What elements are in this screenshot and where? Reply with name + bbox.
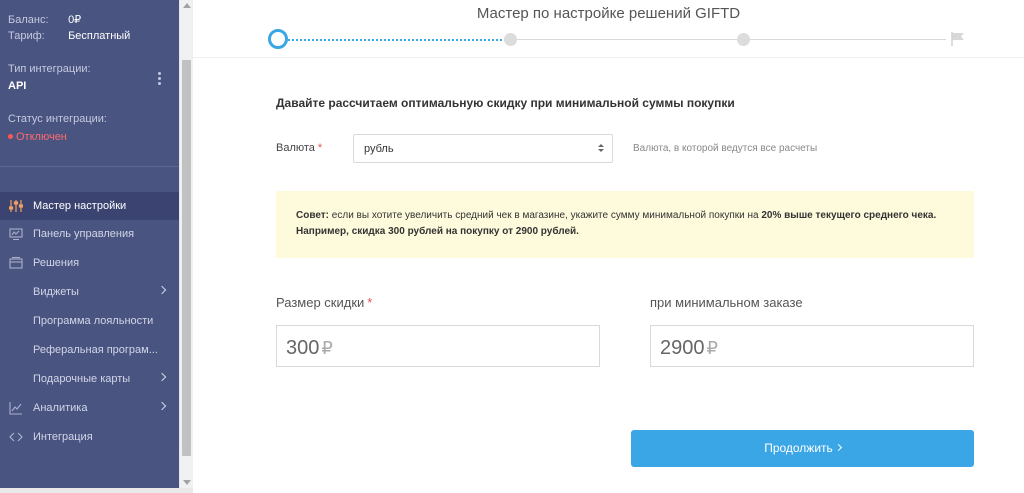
- discount-value: 300: [286, 337, 320, 359]
- sidebar-item-label: Интеграция: [33, 431, 93, 443]
- tip-bold-2: Например, скидка 300 рублей на покупку о…: [296, 226, 579, 237]
- required-mark: *: [317, 142, 323, 154]
- stepper-step-current[interactable]: [268, 29, 288, 49]
- tariff-label: Тариф:: [8, 30, 45, 42]
- chevron-right-icon: [157, 285, 167, 295]
- wizard-header: Мастер по настройке решений GIFTD: [193, 0, 1024, 58]
- bottom-strip: [0, 488, 193, 493]
- integration-status-label: Статус интеграции:: [8, 113, 107, 125]
- chevron-right-icon: [157, 372, 167, 382]
- min-order-input[interactable]: 2900 ₽: [650, 325, 974, 367]
- sidebar-item-label: Подарочные карты: [33, 373, 131, 385]
- currency-label: Валюта *: [276, 142, 322, 154]
- min-order-label: при минимальном заказе: [650, 295, 803, 310]
- balance-value: 0₽: [68, 14, 82, 26]
- sidebar-divider: [0, 166, 179, 167]
- main-content: [193, 58, 1024, 493]
- sidebar-item-solutions[interactable]: Решения: [0, 249, 179, 277]
- ruble-sign: ₽: [321, 338, 333, 358]
- sidebar-scrollbar[interactable]: [179, 0, 193, 488]
- sidebar: Баланс: 0₽ Тариф: Бесплатный Тип интегра…: [0, 0, 179, 488]
- status-dot-icon: [8, 133, 13, 139]
- sidebar-item-loyalty[interactable]: Программа лояльности: [0, 307, 179, 335]
- sidebar-item-dashboard[interactable]: Панель управления: [0, 220, 179, 248]
- stepper-progress-line: [288, 39, 510, 41]
- tip-box: Совет: если вы хотите увеличить средний …: [276, 191, 974, 258]
- analytics-icon: [9, 401, 23, 415]
- tip-prefix: Совет:: [296, 210, 330, 221]
- integration-type-label: Тип интеграции:: [8, 63, 91, 75]
- currency-label-text: Валюта: [276, 142, 315, 154]
- integration-type-value: API: [8, 80, 27, 92]
- select-arrows-icon: [598, 144, 604, 152]
- sidebar-item-label: Программа лояльности: [33, 315, 154, 327]
- sidebar-item-label: Мастер настройки: [33, 200, 127, 212]
- sidebar-item-setup-wizard[interactable]: Мастер настройки: [0, 192, 179, 220]
- continue-button[interactable]: Продолжить: [631, 430, 974, 467]
- tip-text: если вы хотите увеличить средний чек в м…: [329, 210, 762, 221]
- discount-label: Размер скидки *: [276, 295, 372, 310]
- tariff-row: Тариф: Бесплатный: [8, 30, 130, 42]
- currency-select[interactable]: рубль: [353, 134, 613, 163]
- sidebar-item-label: Виджеты: [33, 286, 79, 298]
- sidebar-item-label: Панель управления: [33, 228, 135, 240]
- scrollbar-thumb[interactable]: [182, 60, 191, 456]
- tariff-value: Бесплатный: [68, 30, 131, 42]
- scroll-up-icon[interactable]: [183, 3, 191, 8]
- page-title: Мастер по настройке решений GIFTD: [476, 5, 741, 22]
- section-heading: Давайте рассчитаем оптимальную скидку пр…: [276, 96, 735, 110]
- integration-status: Отключен: [8, 131, 67, 143]
- code-icon: [9, 430, 23, 444]
- balance-row: Баланс: 0₽: [8, 13, 81, 26]
- sliders-icon: [9, 199, 23, 213]
- dashboard-icon: [9, 227, 23, 241]
- flag-icon: [950, 31, 966, 47]
- kebab-menu-icon[interactable]: [158, 72, 162, 86]
- sidebar-item-integration[interactable]: Интеграция: [0, 423, 179, 451]
- sidebar-item-label: Реферальная програм...: [33, 344, 158, 356]
- min-order-value: 2900: [660, 337, 705, 359]
- sidebar-item-label: Аналитика: [33, 402, 88, 414]
- scroll-down-icon[interactable]: [183, 480, 191, 485]
- tip-bold-1: 20% выше текущего среднего чека.: [761, 210, 937, 221]
- sidebar-item-analytics[interactable]: Аналитика: [0, 394, 179, 422]
- sidebar-item-referral[interactable]: Реферальная програм...: [0, 336, 179, 364]
- sidebar-item-label: Решения: [33, 257, 80, 269]
- stepper-line: [516, 39, 946, 40]
- continue-button-label: Продолжить: [764, 441, 833, 455]
- solutions-icon: [9, 256, 23, 270]
- ruble-sign: ₽: [706, 338, 718, 358]
- chevron-right-icon: [834, 444, 842, 452]
- chevron-right-icon: [157, 401, 167, 411]
- integration-status-value: Отключен: [16, 131, 67, 143]
- currency-select-value: рубль: [364, 143, 394, 155]
- sidebar-item-widgets[interactable]: Виджеты: [0, 278, 179, 306]
- balance-label: Баланс:: [8, 14, 49, 26]
- discount-input[interactable]: 300 ₽: [276, 325, 600, 367]
- stepper-step-2[interactable]: [504, 33, 517, 46]
- stepper-step-3[interactable]: [737, 33, 750, 46]
- currency-hint: Валюта, в которой ведутся все расчеты: [633, 143, 818, 154]
- discount-label-text: Размер скидки: [276, 295, 365, 310]
- required-mark: *: [367, 295, 373, 310]
- sidebar-item-gift-cards[interactable]: Подарочные карты: [0, 365, 179, 393]
